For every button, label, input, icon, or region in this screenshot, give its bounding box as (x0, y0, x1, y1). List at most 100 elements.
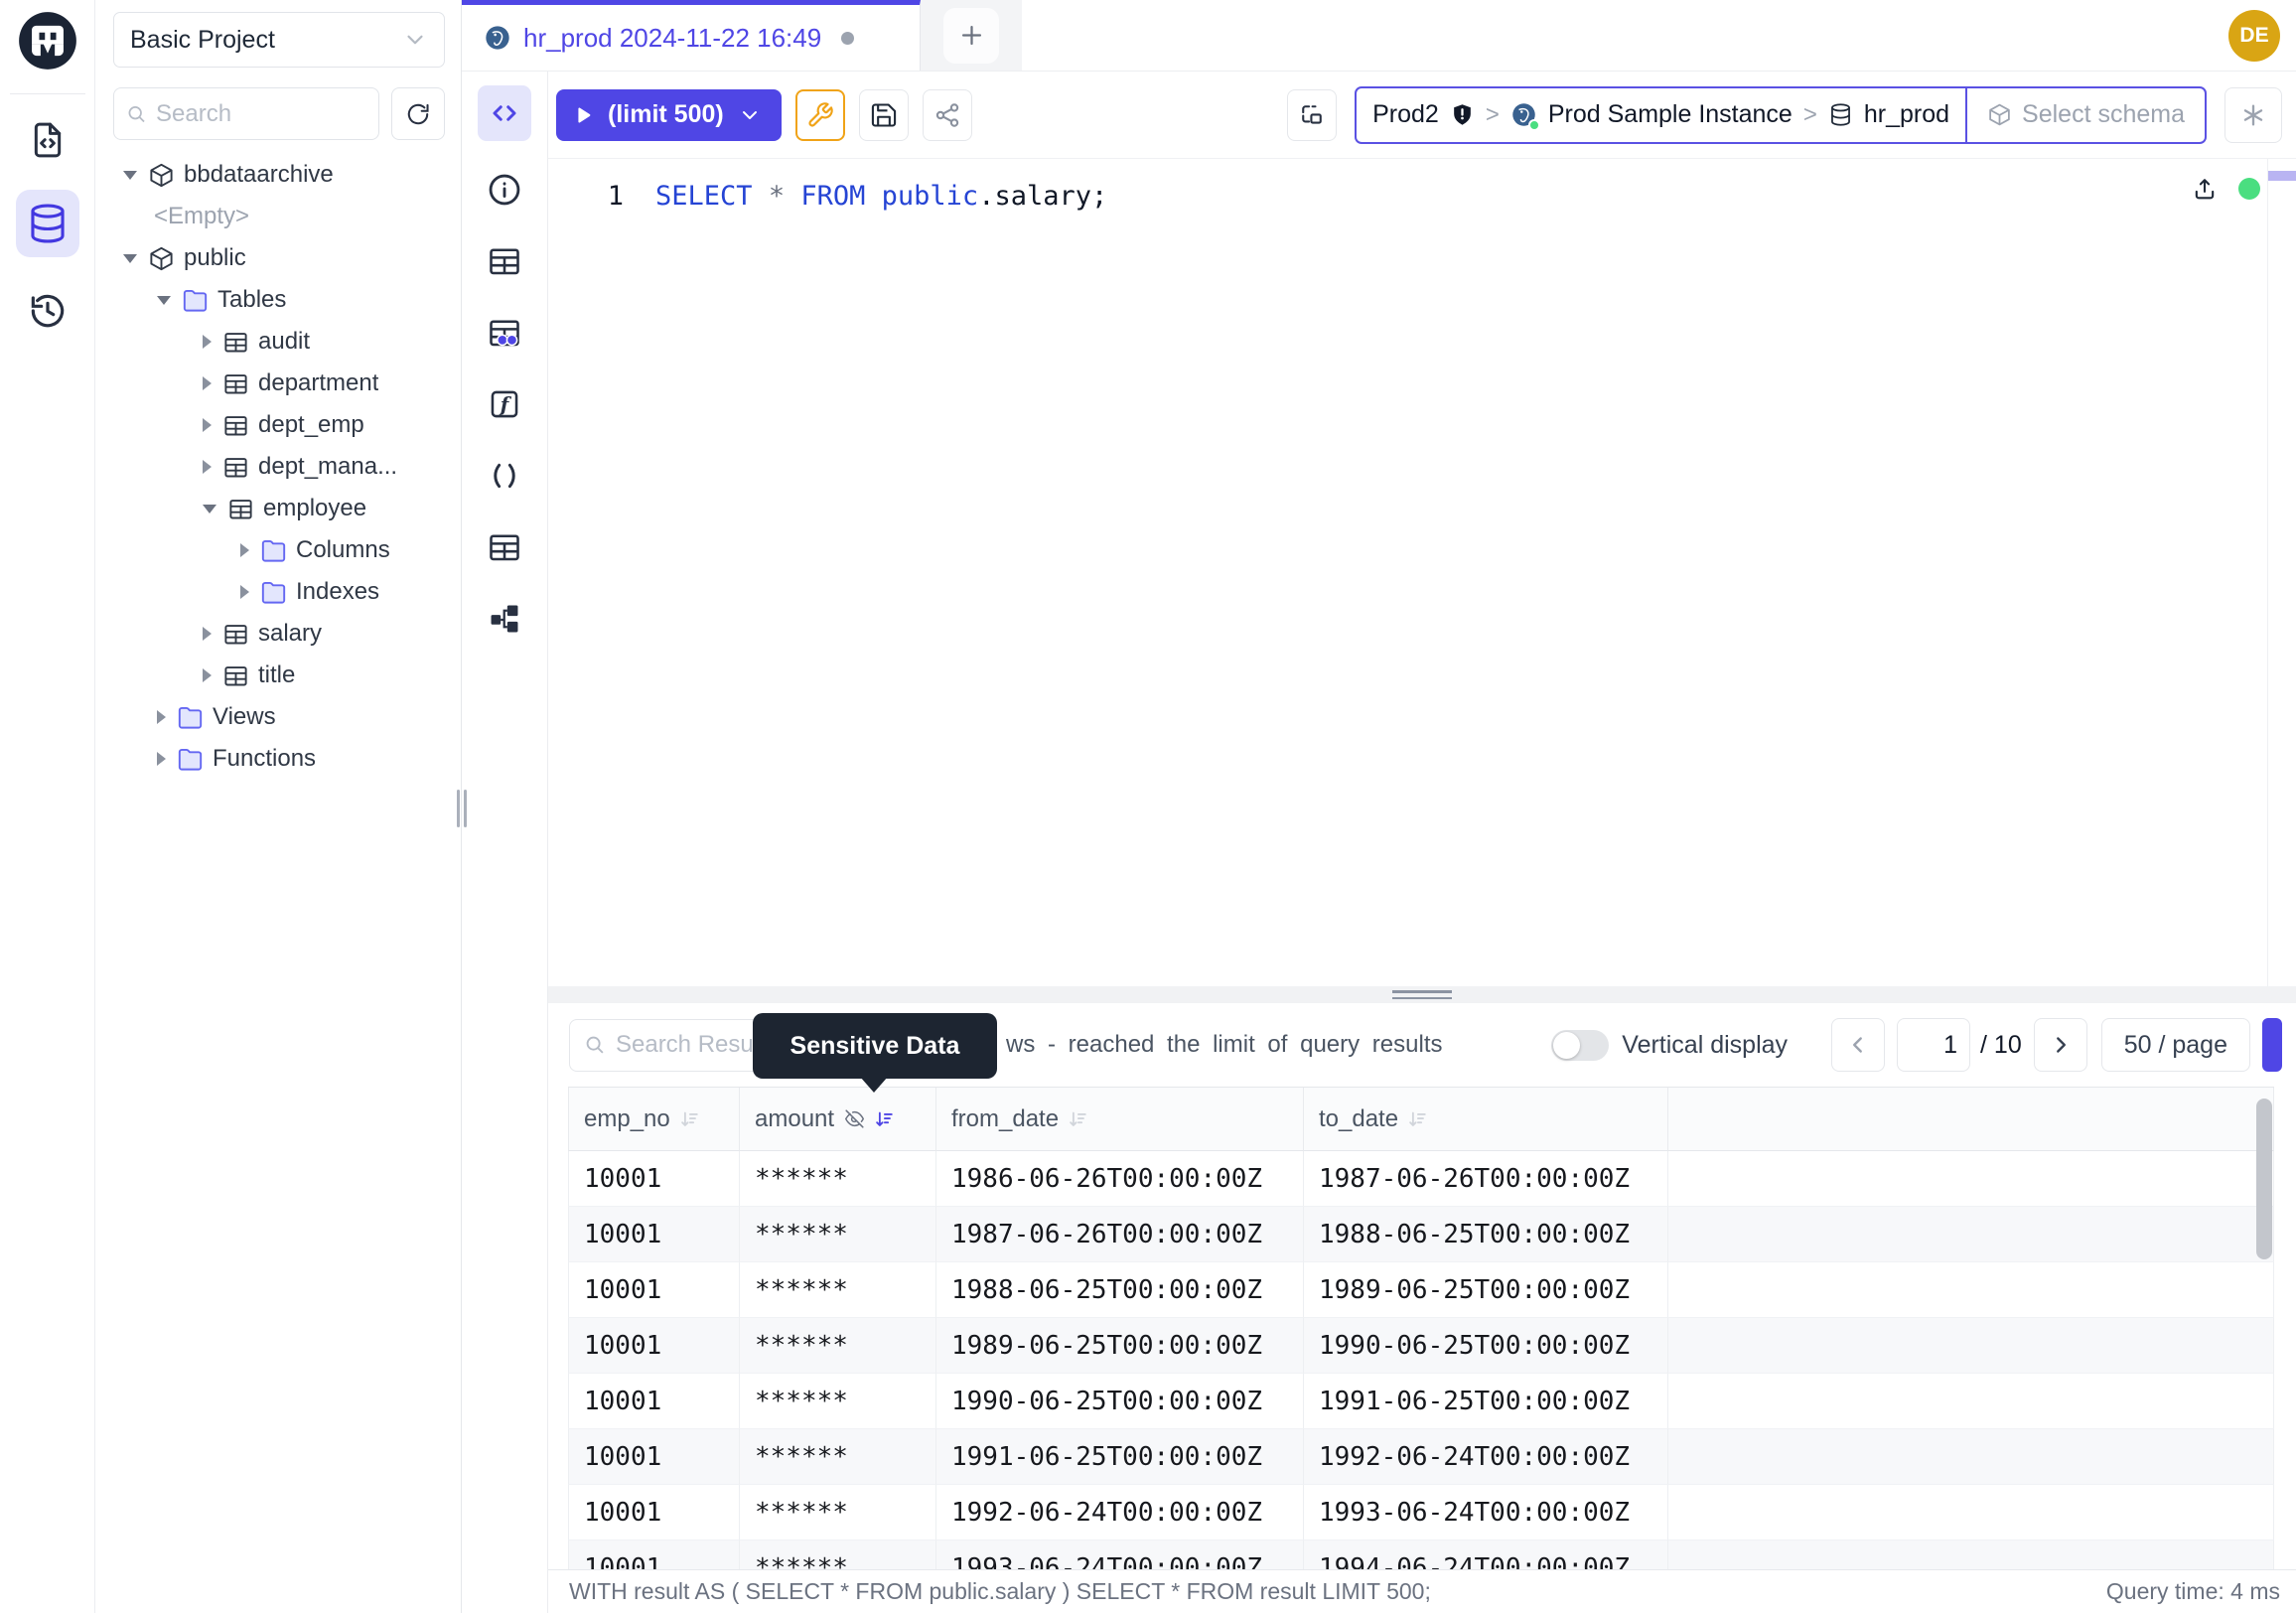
run-query-button[interactable]: (limit 500) (556, 89, 782, 141)
caret-right-icon[interactable] (240, 543, 249, 557)
vertical-display-toggle[interactable] (1551, 1030, 1609, 1061)
column-label: amount (755, 1105, 834, 1133)
results-table-wrap: emp_no amount from_date (548, 1087, 2296, 1569)
page-size-select[interactable]: 50 / page (2101, 1018, 2250, 1072)
next-page-button[interactable] (2034, 1018, 2087, 1072)
cell-emp-no: 10001 (568, 1318, 740, 1374)
chevron-down-icon (738, 103, 762, 127)
results-more-button[interactable] (2262, 1018, 2282, 1072)
column-header-to-date[interactable]: to_date (1304, 1088, 1668, 1151)
sort-icon[interactable] (678, 1108, 700, 1130)
page-number-input[interactable] (1897, 1018, 1970, 1072)
column-header-from-date[interactable]: from_date (936, 1088, 1304, 1151)
panel-resize-handle[interactable] (548, 986, 2296, 1003)
prev-page-button[interactable] (1831, 1018, 1885, 1072)
tree-item-bbdataarchive[interactable]: bbdataarchive (113, 154, 445, 196)
refresh-button[interactable] (391, 87, 445, 140)
instance-label: Prod Sample Instance (1548, 100, 1793, 129)
play-icon (572, 104, 594, 126)
functions-panel-button[interactable] (482, 381, 527, 427)
table-row: 10001 ****** 1990-06-25T00:00:00Z 1991-0… (568, 1374, 2274, 1429)
ai-assistant-button[interactable] (2224, 87, 2282, 143)
sql-code-line[interactable]: SELECT * FROM public.salary; (624, 181, 1107, 212)
caret-right-icon[interactable] (203, 335, 212, 349)
results-scrollbar-thumb[interactable] (2256, 1099, 2272, 1259)
caret-down-icon[interactable] (123, 171, 137, 180)
sidebar-search[interactable] (113, 87, 379, 140)
tree-item-public[interactable]: public (113, 237, 445, 279)
tab-hr-prod[interactable]: hr_prod 2024-11-22 16:49 (462, 0, 921, 71)
database-nav-button[interactable] (16, 190, 79, 257)
tree-item-dept-emp[interactable]: dept_emp (113, 404, 445, 446)
folder-icon (177, 704, 204, 731)
cell-from-date: 1993-06-24T00:00:00Z (936, 1540, 1304, 1569)
project-selector[interactable]: Basic Project (113, 12, 445, 68)
caret-right-icon[interactable] (203, 376, 212, 390)
column-header-emp-no[interactable]: emp_no (568, 1088, 740, 1151)
caret-right-icon[interactable] (157, 752, 166, 766)
tree-item-columns[interactable]: Columns (113, 529, 445, 571)
connection-context[interactable]: Prod2 > Prod Sample Instance > hr_prod (1357, 88, 1965, 142)
cell-emp-no: 10001 (568, 1262, 740, 1318)
shield-icon (1450, 102, 1475, 127)
caret-right-icon[interactable] (203, 418, 212, 432)
tree-item-tables[interactable]: Tables (113, 279, 445, 321)
sidebar: Basic Project bbdataarchive <Empty> (95, 0, 462, 1613)
instance-status-dot (1528, 119, 1540, 131)
caret-right-icon[interactable] (203, 627, 212, 641)
sort-icon[interactable] (1406, 1108, 1428, 1130)
new-tab-button[interactable] (943, 8, 999, 64)
results-limit-info: ws - reached the limit of query results (1006, 1031, 1443, 1059)
cell-emp-no: 10001 (568, 1485, 740, 1540)
tables-panel-button[interactable] (482, 238, 527, 284)
tree-item-title[interactable]: title (113, 655, 445, 696)
save-sheet-button[interactable] (859, 89, 909, 141)
batch-query-button[interactable] (1287, 89, 1337, 141)
tree-item-salary[interactable]: salary (113, 613, 445, 655)
eye-off-icon[interactable] (844, 1108, 865, 1129)
tree-item-dept-manager[interactable]: dept_mana... (113, 446, 445, 488)
tree-item-indexes[interactable]: Indexes (113, 571, 445, 613)
sql-editor[interactable]: 1 SELECT * FROM public.salary; (548, 159, 2296, 986)
sort-icon[interactable] (873, 1108, 895, 1130)
chevron-right-icon (2048, 1032, 2074, 1058)
upload-icon[interactable] (2191, 175, 2219, 203)
cell-emp-no: 10001 (568, 1429, 740, 1485)
editor-scrollbar-indicator[interactable] (2268, 171, 2296, 181)
caret-right-icon[interactable] (157, 710, 166, 724)
caret-right-icon[interactable] (203, 668, 212, 682)
sequences-panel-button[interactable] (482, 524, 527, 570)
cell-from-date: 1987-06-26T00:00:00Z (936, 1207, 1304, 1262)
schema-icon (1987, 102, 2012, 127)
column-header-amount[interactable]: amount (740, 1088, 936, 1151)
sidebar-search-input[interactable] (156, 100, 366, 128)
external-tables-panel-button[interactable] (482, 310, 527, 356)
code-panel-button[interactable] (478, 85, 531, 141)
caret-down-icon[interactable] (203, 505, 216, 513)
share-icon (933, 101, 961, 129)
bytebase-logo-icon[interactable] (15, 8, 80, 73)
search-icon (584, 1033, 606, 1057)
history-nav-button[interactable] (20, 283, 75, 339)
tree-item-views[interactable]: Views (113, 696, 445, 738)
sidebar-resize-handle[interactable] (457, 790, 467, 827)
caret-down-icon[interactable] (123, 254, 137, 263)
share-sheet-button[interactable] (923, 89, 972, 141)
worksheet-nav-button[interactable] (20, 112, 75, 168)
format-sql-button[interactable] (795, 89, 845, 141)
select-schema-button[interactable]: Select schema (1965, 88, 2205, 142)
tree-item-department[interactable]: department (113, 363, 445, 404)
folder-icon (182, 287, 209, 314)
caret-right-icon[interactable] (203, 460, 212, 474)
info-panel-button[interactable] (482, 167, 527, 213)
schema-diagram-button[interactable] (482, 596, 527, 642)
sort-icon[interactable] (1067, 1108, 1088, 1130)
tree-item-audit[interactable]: audit (113, 321, 445, 363)
run-button-label: (limit 500) (608, 100, 724, 129)
caret-right-icon[interactable] (240, 585, 249, 599)
caret-down-icon[interactable] (157, 296, 171, 305)
procedures-panel-button[interactable] (482, 453, 527, 499)
tree-item-employee[interactable]: employee (113, 488, 445, 529)
tree-item-functions[interactable]: Functions (113, 738, 445, 780)
user-avatar[interactable]: DE (2228, 10, 2280, 62)
